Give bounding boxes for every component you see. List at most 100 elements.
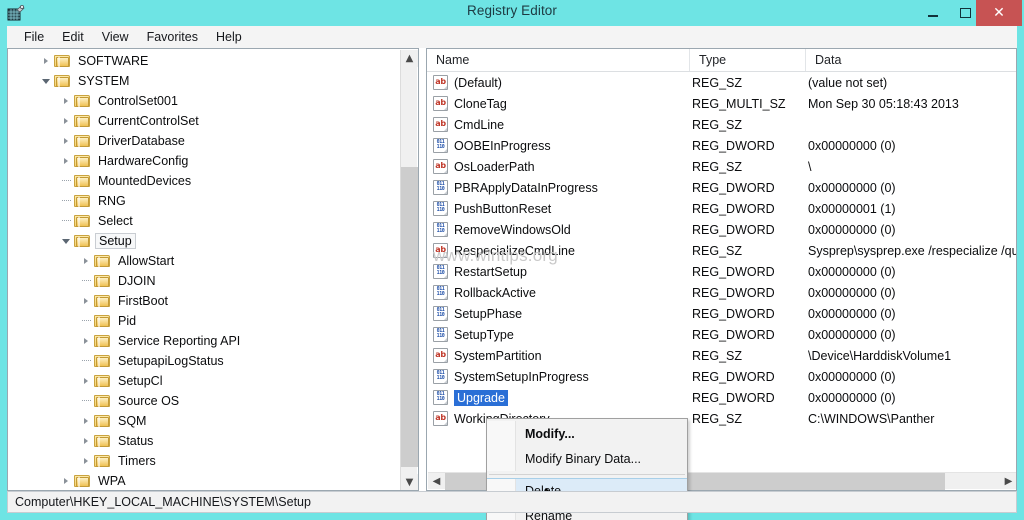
tree-item-label: AllowStart	[118, 254, 175, 268]
table-row[interactable]: 011 110 RestartSetup REG_DWORD 0x00000000 (0…	[427, 261, 1016, 282]
minimize-button[interactable]	[918, 0, 948, 26]
tree-item-driverdatabase[interactable]: DriverDatabase	[8, 131, 402, 151]
menu-item-file[interactable]: File	[15, 28, 53, 46]
table-row[interactable]: ab CmdLine REG_SZ	[427, 114, 1016, 135]
expand-triangle-icon[interactable]	[58, 153, 74, 169]
chevron-right-icon: ▶	[1004, 475, 1013, 487]
column-header-data-label: Data	[815, 53, 842, 67]
expand-triangle-icon[interactable]	[78, 373, 94, 389]
value-name-label: Upgrade	[454, 389, 508, 406]
collapse-triangle-icon[interactable]	[38, 73, 54, 89]
expand-triangle-icon[interactable]	[78, 293, 94, 309]
table-row[interactable]: 011 110 SystemSetupInProgress REG_DWORD 0x00…	[427, 366, 1016, 387]
context-menu-item-modify-binary-data[interactable]: Modify Binary Data...	[487, 446, 687, 471]
table-row[interactable]: 011 110 RemoveWindowsOld REG_DWORD 0x0000000…	[427, 219, 1016, 240]
registry-tree-pane[interactable]: SOFTWARE SYSTEM ControlSet001 CurrentContro…	[7, 48, 419, 491]
value-data-cell: 0x00000000 (0)	[808, 264, 896, 279]
tree-scrollbar-thumb[interactable]	[401, 167, 418, 467]
menu-item-favorites[interactable]: Favorites	[138, 28, 207, 46]
tree-item-controlset001[interactable]: ControlSet001	[8, 91, 402, 111]
column-header-name[interactable]: Name	[427, 49, 689, 71]
value-name-label: RollbackActive	[454, 285, 536, 300]
expand-triangle-icon[interactable]	[58, 133, 74, 149]
tree-item-rng[interactable]: RNG	[8, 191, 402, 211]
tree-item-service-reporting-api[interactable]: Service Reporting API	[8, 331, 402, 351]
tree-item-setup[interactable]: Setup	[8, 231, 402, 251]
value-name-label: RemoveWindowsOld	[454, 222, 571, 237]
expand-triangle-icon[interactable]	[78, 413, 94, 429]
expand-triangle-icon[interactable]	[58, 113, 74, 129]
tree-item-pid[interactable]: Pid	[8, 311, 402, 331]
value-type-cell: REG_MULTI_SZ	[692, 96, 786, 111]
tree-item-timers[interactable]: Timers	[8, 451, 402, 471]
tree-item-system[interactable]: SYSTEM	[8, 71, 402, 91]
table-row[interactable]: ab SystemPartition REG_SZ \Device\HarddiskV…	[427, 345, 1016, 366]
string-value-icon: ab	[433, 243, 448, 258]
tree-scroll-up-button[interactable]: ▲	[401, 50, 418, 67]
table-row[interactable]: 011 110 Upgrade REG_DWORD 0x00000000 (0)	[427, 387, 1016, 408]
tree-item-label: SYSTEM	[78, 74, 130, 88]
expand-triangle-icon[interactable]	[78, 253, 94, 269]
table-row[interactable]: ab CloneTag REG_MULTI_SZ Mon Sep 30 05:18:4…	[427, 93, 1016, 114]
tree-item-software[interactable]: SOFTWARE	[8, 51, 402, 71]
folder-icon	[94, 354, 111, 368]
menu-item-help[interactable]: Help	[207, 28, 251, 46]
list-scroll-right-button[interactable]: ▶	[1000, 473, 1016, 490]
dword-value-icon: 011 110	[433, 138, 448, 153]
tree-item-setupapilogstatus[interactable]: SetupapiLogStatus	[8, 351, 402, 371]
dword-value-icon: 011 110	[433, 264, 448, 279]
tree-item-firstboot[interactable]: FirstBoot	[8, 291, 402, 311]
table-row[interactable]: 011 110 SetupPhase REG_DWORD 0x00000000 (0)	[427, 303, 1016, 324]
folder-icon	[74, 174, 91, 188]
table-row[interactable]: 011 110 PBRApplyDataInProgress REG_DWORD 0x0…	[427, 177, 1016, 198]
collapse-triangle-icon[interactable]	[58, 233, 74, 249]
table-row[interactable]: ab OsLoaderPath REG_SZ \	[427, 156, 1016, 177]
dword-value-icon: 011 110	[433, 390, 448, 405]
expand-triangle-icon[interactable]	[38, 53, 54, 69]
expand-triangle-icon[interactable]	[78, 333, 94, 349]
chevron-left-icon: ◀	[432, 475, 441, 487]
table-row[interactable]: 011 110 RollbackActive REG_DWORD 0x00000000 …	[427, 282, 1016, 303]
tree-item-wpa[interactable]: WPA	[8, 471, 402, 490]
tree-item-label: SetupCl	[118, 374, 163, 388]
column-header-type[interactable]: Type	[689, 49, 805, 71]
expand-triangle-icon[interactable]	[78, 433, 94, 449]
title-bar: Registry Editor ✕	[0, 0, 1024, 26]
tree-item-status[interactable]: Status	[8, 431, 402, 451]
list-scroll-left-button[interactable]: ◀	[428, 473, 445, 490]
tree-item-setupcl[interactable]: SetupCl	[8, 371, 402, 391]
value-type-cell: REG_SZ	[692, 159, 743, 174]
tree-item-djoin[interactable]: DJOIN	[8, 271, 402, 291]
expand-triangle-icon[interactable]	[58, 473, 74, 489]
expand-triangle-icon[interactable]	[78, 453, 94, 469]
column-header-data[interactable]: Data	[805, 49, 1016, 71]
value-name-label: OsLoaderPath	[454, 159, 535, 174]
tree-item-sqm[interactable]: SQM	[8, 411, 402, 431]
value-data-cell: \Device\HarddiskVolume1	[808, 348, 952, 363]
table-row[interactable]: ab (Default) REG_SZ (value not set)	[427, 72, 1016, 93]
folder-icon	[74, 154, 91, 168]
folder-icon	[94, 254, 111, 268]
table-row[interactable]: 011 110 SetupType REG_DWORD 0x00000000 (0)	[427, 324, 1016, 345]
menu-item-view[interactable]: View	[93, 28, 138, 46]
tree-item-source-os[interactable]: Source OS	[8, 391, 402, 411]
tree-connector	[58, 171, 74, 191]
tree-item-hardwareconfig[interactable]: HardwareConfig	[8, 151, 402, 171]
tree-item-allowstart[interactable]: AllowStart	[8, 251, 402, 271]
menu-item-edit[interactable]: Edit	[53, 28, 93, 46]
table-row[interactable]: ab RespecializeCmdLine REG_SZ Sysprep\syspr…	[427, 240, 1016, 261]
close-button[interactable]: ✕	[976, 0, 1022, 26]
tree-item-currentcontrolset[interactable]: CurrentControlSet	[8, 111, 402, 131]
folder-icon	[74, 194, 91, 208]
tree-item-mounteddevices[interactable]: MountedDevices	[8, 171, 402, 191]
tree-vertical-scrollbar[interactable]: ▲ ▼	[400, 50, 418, 490]
tree-item-select[interactable]: Select	[8, 211, 402, 231]
context-menu-item-modify[interactable]: Modify...	[487, 421, 687, 446]
expand-triangle-icon[interactable]	[58, 93, 74, 109]
table-row[interactable]: 011 110 PushButtonReset REG_DWORD 0x00000001…	[427, 198, 1016, 219]
value-name-label: SetupPhase	[454, 306, 523, 321]
value-type-cell: REG_SZ	[692, 348, 743, 363]
chevron-down-icon: ▼	[405, 476, 414, 488]
table-row[interactable]: 011 110 OOBEInProgress REG_DWORD 0x00000000 …	[427, 135, 1016, 156]
tree-scroll-down-button[interactable]: ▼	[401, 474, 418, 490]
